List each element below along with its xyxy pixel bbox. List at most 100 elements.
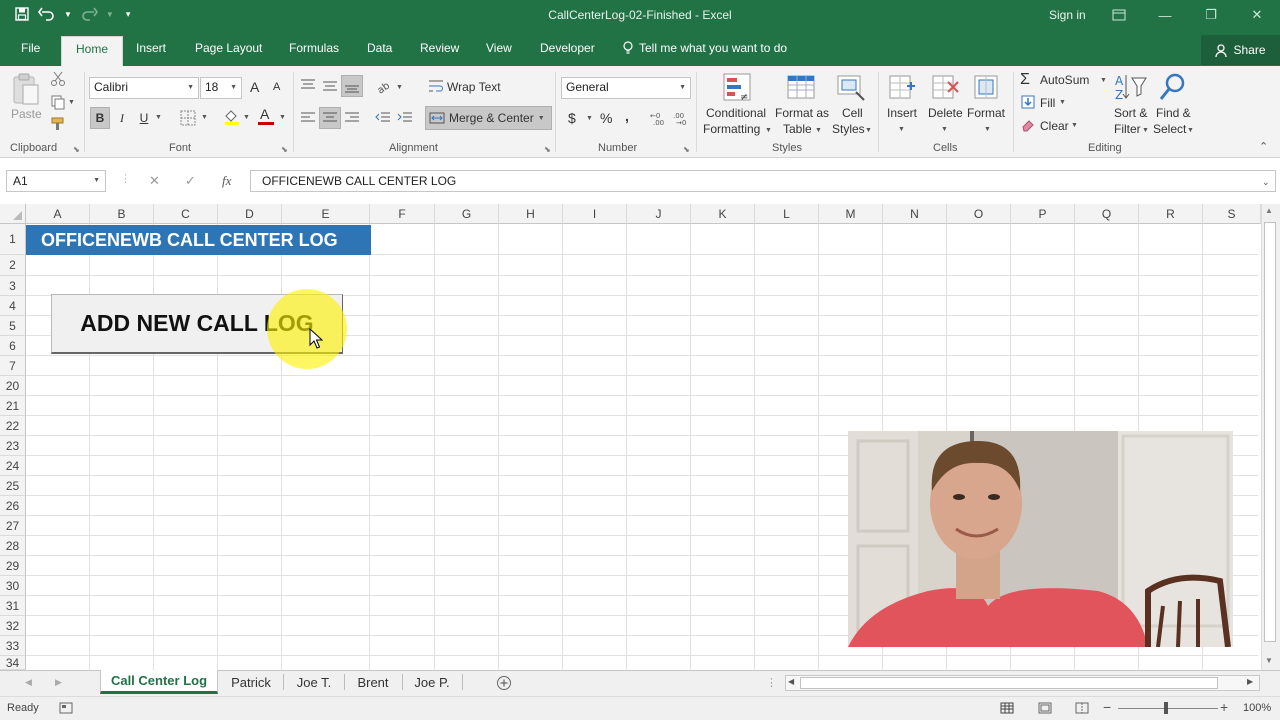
orientation-icon[interactable]: ab [375, 78, 393, 94]
row-header[interactable]: 26 [0, 496, 26, 516]
format-as-table-icon[interactable] [786, 72, 818, 104]
decrease-decimal-icon[interactable]: .00→0 [673, 110, 691, 126]
font-color-dropdown-icon[interactable]: ▼ [279, 114, 286, 121]
column-header[interactable]: N [883, 204, 947, 224]
bottom-align-button[interactable] [341, 75, 363, 97]
clear-dropdown-icon[interactable]: ▼ [1071, 122, 1078, 129]
row-header[interactable]: 6 [0, 336, 26, 356]
format-cells-icon[interactable] [972, 72, 1002, 104]
borders-dropdown-icon[interactable]: ▼ [201, 114, 208, 121]
macro-recording-icon[interactable] [59, 702, 73, 714]
row-header[interactable]: 20 [0, 376, 26, 396]
row-header[interactable]: 31 [0, 596, 26, 616]
column-header[interactable]: F [370, 204, 435, 224]
decrease-font-size-button[interactable]: A [273, 81, 280, 93]
share-button[interactable]: Share [1201, 35, 1280, 65]
scroll-left-icon[interactable]: ◀ [788, 677, 794, 686]
fill-dropdown-icon[interactable]: ▼ [1059, 99, 1066, 106]
align-left-icon[interactable] [300, 111, 316, 125]
row-header[interactable]: 34 [0, 656, 26, 670]
conditional-formatting-label-1[interactable]: Conditional [706, 106, 766, 120]
row-header[interactable]: 29 [0, 556, 26, 576]
fill-down-icon[interactable] [1021, 95, 1035, 109]
scroll-right-icon[interactable]: ▶ [1247, 677, 1253, 686]
comma-style-button[interactable]: , [625, 108, 629, 124]
column-header[interactable]: B [90, 204, 154, 224]
tab-file[interactable]: File [21, 41, 40, 55]
previous-sheet-icon[interactable]: ◀ [25, 677, 32, 688]
tab-view[interactable]: View [486, 41, 512, 55]
row-header[interactable]: 2 [0, 255, 26, 276]
accounting-format-button[interactable]: $ [568, 110, 576, 126]
vertical-scroll-thumb[interactable] [1264, 222, 1276, 642]
sheet-tab-joe-p[interactable]: Joe P. [406, 670, 458, 694]
underline-dropdown-icon[interactable]: ▼ [155, 114, 162, 121]
eraser-icon[interactable] [1021, 118, 1035, 132]
wrap-text-button[interactable]: Wrap Text [447, 80, 501, 94]
increase-decimal-icon[interactable]: ←0.00 [650, 110, 668, 126]
fill-color-icon[interactable] [223, 108, 241, 126]
zoom-level[interactable]: 100% [1243, 702, 1271, 714]
column-header[interactable]: M [819, 204, 883, 224]
scroll-down-icon[interactable]: ▼ [1265, 656, 1273, 665]
row-header[interactable]: 32 [0, 616, 26, 636]
column-header[interactable]: I [563, 204, 627, 224]
sheet-tab-patrick[interactable]: Patrick [222, 670, 280, 694]
minimize-button[interactable]: — [1155, 6, 1175, 24]
conditional-formatting-label-2[interactable]: Formatting [703, 122, 760, 136]
row-header[interactable]: 1 [0, 224, 26, 255]
increase-font-size-button[interactable]: A [250, 79, 259, 95]
align-center-button[interactable] [319, 107, 341, 129]
clipboard-launcher-icon[interactable]: ⬊ [73, 145, 80, 154]
tab-page-layout[interactable]: Page Layout [195, 41, 262, 55]
copy-dropdown-icon[interactable]: ▼ [68, 99, 75, 106]
bold-button[interactable]: B [90, 107, 110, 129]
find-select-label-1[interactable]: Find & [1156, 106, 1191, 120]
sheet-tab-call-center-log[interactable]: Call Center Log [100, 670, 218, 694]
autosum-dropdown-icon[interactable]: ▼ [1100, 77, 1107, 84]
column-header[interactable]: D [218, 204, 282, 224]
restore-button[interactable]: ❐ [1201, 6, 1221, 24]
ribbon-display-options-icon[interactable] [1109, 6, 1129, 24]
row-header[interactable]: 24 [0, 456, 26, 476]
zoom-in-button[interactable]: + [1220, 699, 1228, 715]
copy-icon[interactable] [50, 94, 66, 110]
decrease-indent-icon[interactable] [375, 111, 391, 125]
column-header[interactable]: A [26, 204, 90, 224]
paste-icon[interactable] [11, 72, 41, 108]
row-header[interactable]: 3 [0, 276, 26, 296]
fill-color-dropdown-icon[interactable]: ▼ [243, 114, 250, 121]
font-color-icon[interactable]: A [257, 106, 275, 126]
sign-in-link[interactable]: Sign in [1049, 8, 1086, 22]
row-header[interactable]: 7 [0, 356, 26, 376]
scroll-up-icon[interactable]: ▲ [1265, 206, 1273, 215]
fill-button[interactable]: Fill [1040, 96, 1055, 110]
font-launcher-icon[interactable]: ⬊ [281, 145, 288, 154]
autosum-button[interactable]: AutoSum [1040, 73, 1089, 87]
collapse-ribbon-icon[interactable]: ⌃ [1259, 140, 1268, 153]
row-header[interactable]: 5 [0, 316, 26, 336]
row-header[interactable]: 21 [0, 396, 26, 416]
format-painter-icon[interactable] [50, 116, 66, 132]
clear-button[interactable]: Clear [1040, 119, 1069, 133]
column-header[interactable]: H [499, 204, 563, 224]
tab-data[interactable]: Data [367, 41, 392, 55]
row-header[interactable]: 28 [0, 536, 26, 556]
column-header[interactable]: S [1203, 204, 1261, 224]
tab-split-grip-icon[interactable]: ⋮ [766, 676, 777, 689]
find-select-icon[interactable] [1157, 72, 1187, 104]
delete-cells-icon[interactable] [930, 72, 960, 104]
increase-indent-icon[interactable] [397, 111, 413, 125]
tab-developer[interactable]: Developer [540, 41, 595, 55]
format-as-table-label-2[interactable]: Table [783, 122, 812, 136]
expand-formula-bar-icon[interactable]: ⌄ [1262, 177, 1270, 188]
normal-view-icon[interactable] [1000, 702, 1014, 714]
column-header[interactable]: O [947, 204, 1011, 224]
row-header[interactable]: 4 [0, 296, 26, 316]
merge-center-button[interactable]: Merge & Center ▼ [425, 106, 552, 130]
top-align-icon[interactable] [300, 78, 316, 92]
tab-review[interactable]: Review [420, 41, 459, 55]
horizontal-scroll-thumb[interactable] [800, 677, 1218, 689]
font-size-box[interactable]: 18 ▼ [200, 77, 242, 99]
number-launcher-icon[interactable]: ⬊ [683, 145, 690, 154]
